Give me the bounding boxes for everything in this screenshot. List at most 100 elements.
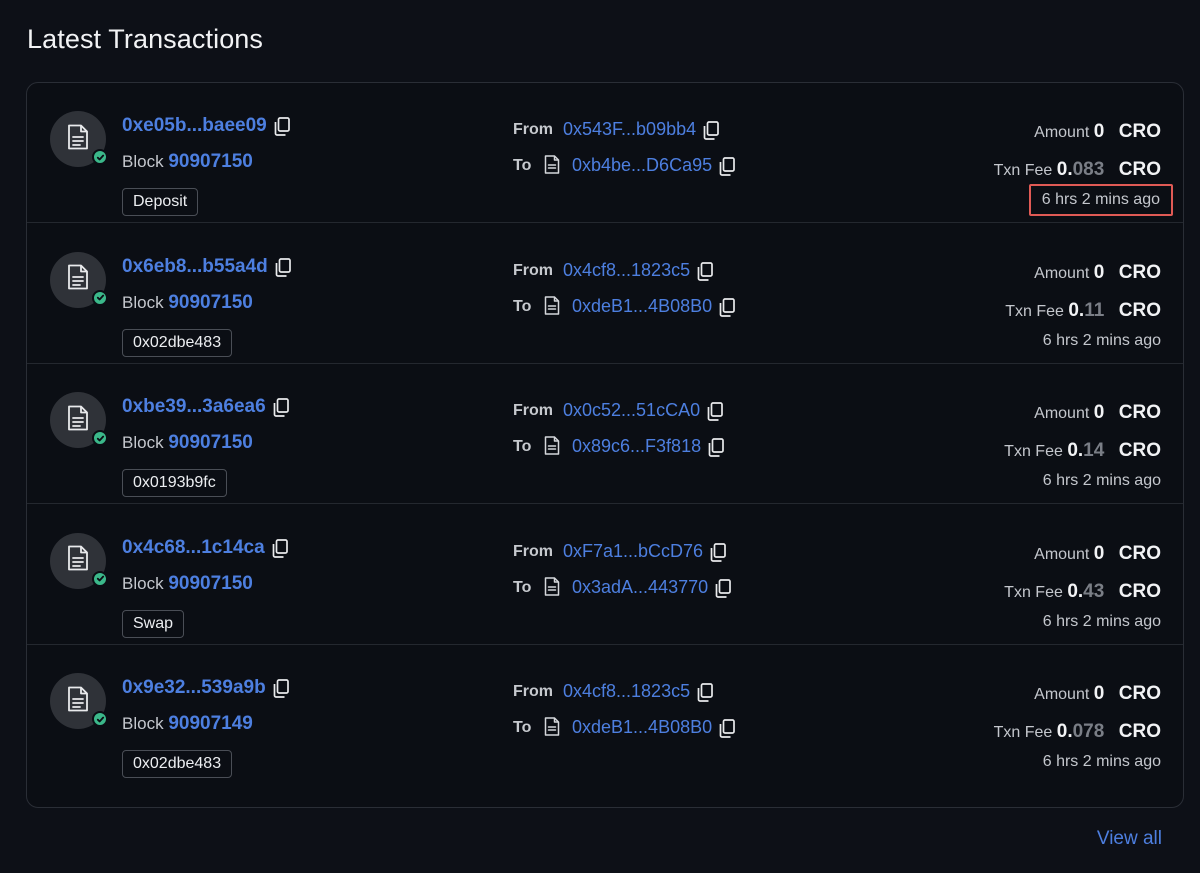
amount-currency: CRO (1118, 261, 1161, 283)
method-tag: 0x02dbe483 (122, 750, 233, 778)
block-number-link[interactable]: 90907150 (168, 573, 253, 594)
to-label: To (513, 157, 532, 174)
table-row: 0x6eb8...b55a4d Block 90907150 0x02dbe48… (27, 224, 1183, 364)
contract-document-icon (544, 155, 560, 179)
amount-currency: CRO (1118, 683, 1161, 704)
amount-currency: CRO (1118, 121, 1161, 142)
method-tag: 0x0193b9fc (122, 469, 227, 497)
view-all-link[interactable]: View all (1097, 828, 1162, 850)
txn-fee-label: Txn Fee (993, 162, 1053, 179)
to-address-link[interactable]: 0xdeB1...4B08B0 (572, 296, 712, 317)
check-icon (92, 711, 108, 727)
block-number-link[interactable]: 90907150 (168, 432, 253, 453)
copy-icon[interactable] (697, 261, 713, 286)
txn-fee-currency: CRO (1118, 721, 1161, 742)
to-label: To (513, 438, 532, 455)
txn-fee-int: 0. (1056, 721, 1073, 742)
from-address-link[interactable]: 0x4cf8...1823c5 (563, 260, 690, 281)
copy-icon[interactable] (719, 719, 735, 743)
copy-icon[interactable] (719, 297, 735, 322)
txn-fee-label: Txn Fee (1004, 583, 1063, 601)
amount-value: 0 (1093, 402, 1105, 423)
txn-fee: Txn Fee 0.078 CRO (994, 721, 1161, 743)
txn-fee-decimals: 11 (1084, 299, 1105, 321)
copy-icon[interactable] (275, 257, 291, 282)
txn-fee-decimals: 14 (1083, 440, 1105, 461)
copy-icon[interactable] (710, 542, 726, 567)
transaction-hash-link[interactable]: 0x4c68...1c14ca (122, 537, 265, 559)
from-address-link[interactable]: 0x543F...b09bb4 (563, 119, 696, 140)
txn-fee-int: 0. (1056, 159, 1073, 180)
block-number-link[interactable]: 90907150 (168, 292, 253, 313)
to-address-link[interactable]: 0xdeB1...4B08B0 (572, 717, 712, 738)
amount-label: Amount (1034, 124, 1090, 141)
method-tag: 0x02dbe483 (122, 328, 233, 357)
from-address-link[interactable]: 0x4cf8...1823c5 (563, 681, 690, 702)
copy-icon[interactable] (715, 578, 731, 603)
amount-label: Amount (1034, 686, 1090, 703)
txn-fee-label: Txn Fee (1005, 302, 1064, 320)
amount-value: 0 (1093, 121, 1105, 142)
table-row: 0x4c68...1c14ca Block 90907150 Swap From… (27, 505, 1183, 645)
transaction-hash-link[interactable]: 0xe05b...baee09 (122, 115, 267, 137)
txn-fee-int: 0. (1067, 440, 1084, 461)
to-address-link[interactable]: 0x89c6...F3f818 (572, 436, 701, 457)
amount: Amount 0 CRO (1034, 262, 1161, 284)
to-address-link[interactable]: 0xb4be...D6Ca95 (572, 155, 712, 176)
block-info: Block 90907150 (122, 432, 253, 454)
contract-document-icon (544, 295, 560, 320)
table-row: 0xe05b...baee09 Block 90907150 Deposit F… (27, 83, 1183, 223)
block-info: Block 90907150 (122, 151, 253, 173)
copy-icon[interactable] (697, 683, 713, 707)
copy-icon[interactable] (707, 402, 723, 426)
copy-icon[interactable] (272, 538, 288, 563)
from-address-link[interactable]: 0x0c52...51cCA0 (563, 400, 700, 421)
contract-document-icon (544, 717, 560, 741)
txn-fee: Txn Fee 0.11 CRO (1005, 300, 1161, 322)
check-icon (92, 149, 108, 165)
copy-icon[interactable] (703, 121, 719, 145)
document-icon (67, 686, 89, 717)
to-label: To (513, 719, 532, 736)
transaction-age: 6 hrs 2 mins ago (1042, 331, 1161, 349)
to-label: To (513, 578, 532, 596)
method-tag: Deposit (122, 188, 199, 216)
transaction-hash-link[interactable]: 0x6eb8...b55a4d (122, 256, 268, 278)
document-icon (67, 124, 89, 155)
from-address-link[interactable]: 0xF7a1...bCcD76 (563, 541, 703, 562)
copy-icon[interactable] (273, 398, 289, 422)
block-info: Block 90907150 (122, 573, 253, 595)
contract-document-icon (544, 576, 560, 601)
transaction-age: 6 hrs 2 mins ago (1042, 753, 1161, 770)
block-number-link[interactable]: 90907149 (168, 713, 253, 734)
transaction-hash-link[interactable]: 0xbe39...3a6ea6 (122, 396, 266, 418)
method-tag: Swap (122, 609, 185, 638)
copy-icon[interactable] (719, 157, 735, 181)
amount: Amount 0 CRO (1034, 121, 1161, 143)
from-label: From (513, 542, 553, 560)
copy-icon[interactable] (708, 438, 724, 462)
page-title: Latest Transactions (27, 24, 264, 54)
transaction-hash-link[interactable]: 0x9e32...539a9b (122, 677, 266, 699)
transaction-age: 6 hrs 2 mins ago (1042, 472, 1161, 489)
document-icon (67, 405, 89, 436)
amount-value: 0 (1093, 261, 1105, 283)
amount: Amount 0 CRO (1034, 683, 1161, 705)
block-label: Block (122, 292, 164, 312)
block-label: Block (122, 433, 164, 452)
txn-fee-currency: CRO (1118, 299, 1161, 321)
txn-fee: Txn Fee 0.14 CRO (1004, 440, 1161, 462)
amount-label: Amount (1034, 545, 1090, 563)
amount-label: Amount (1034, 264, 1090, 282)
txn-fee-currency: CRO (1118, 159, 1161, 180)
transaction-avatar (50, 111, 108, 167)
transaction-avatar (50, 251, 108, 308)
check-icon (92, 430, 108, 446)
copy-icon[interactable] (274, 117, 290, 141)
transaction-age: 6 hrs 2 mins ago (1042, 612, 1161, 630)
block-number-link[interactable]: 90907150 (168, 151, 253, 172)
copy-icon[interactable] (273, 679, 289, 703)
txn-fee-decimals: 083 (1072, 159, 1105, 180)
document-icon (67, 264, 89, 295)
to-address-link[interactable]: 0x3adA...443770 (572, 577, 708, 598)
